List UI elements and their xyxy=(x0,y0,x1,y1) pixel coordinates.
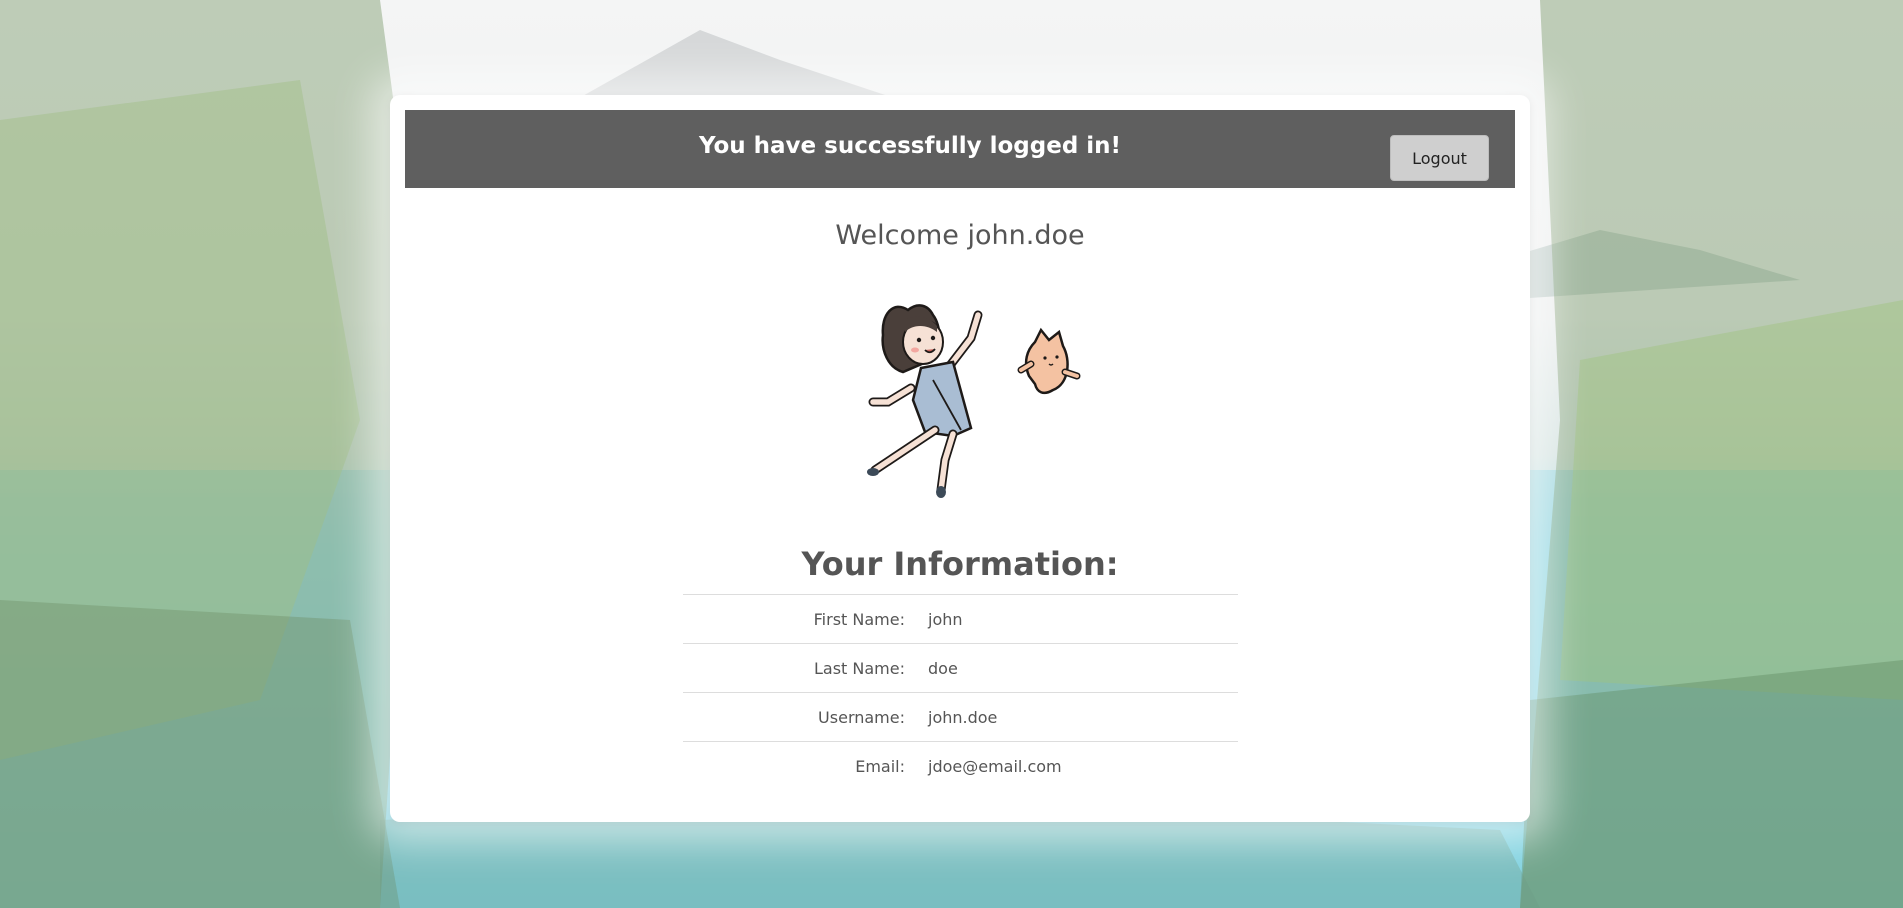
table-row: Last Name: doe xyxy=(683,643,1238,693)
login-success-card: You have successfully logged in! Logout … xyxy=(390,95,1530,822)
table-row: Email: jdoe@email.com xyxy=(683,741,1238,791)
user-info-table: First Name: john Last Name: doe Username… xyxy=(683,594,1238,791)
first-name-label: First Name: xyxy=(683,594,928,644)
table-row: First Name: john xyxy=(683,594,1238,644)
success-banner: You have successfully logged in! Logout xyxy=(405,110,1515,188)
last-name-value: doe xyxy=(928,643,1238,693)
welcome-heading: Welcome john.doe xyxy=(835,220,1085,251)
username-value: john.doe xyxy=(928,692,1238,742)
last-name-label: Last Name: xyxy=(683,643,928,693)
banner-title: You have successfully logged in! xyxy=(698,133,1122,159)
info-title: Your Information: xyxy=(801,545,1119,583)
email-value: jdoe@email.com xyxy=(928,741,1238,791)
username-label: Username: xyxy=(683,692,928,742)
girl-and-cat-illustration xyxy=(853,280,1093,510)
table-row: Username: john.doe xyxy=(683,692,1238,742)
logout-button[interactable]: Logout xyxy=(1390,135,1489,181)
first-name-value: john xyxy=(928,594,1238,644)
email-label: Email: xyxy=(683,741,928,791)
